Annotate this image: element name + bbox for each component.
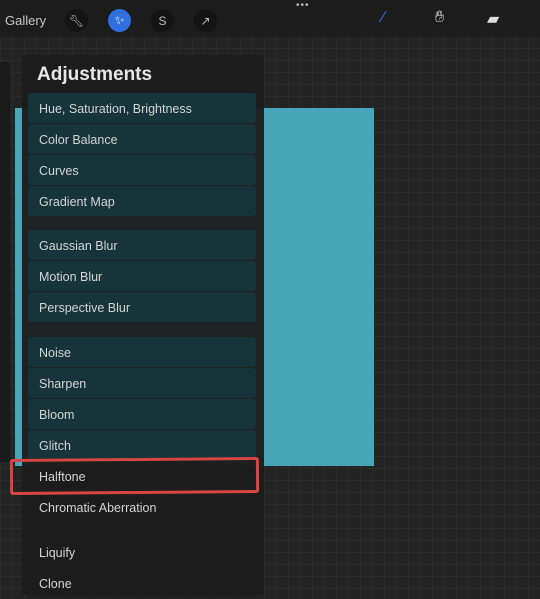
adjustment-item[interactable]: Color Balance: [28, 124, 256, 154]
adjustment-item[interactable]: Glitch: [28, 430, 256, 460]
top-toolbar: Gallery 🔧︎ ✨︎ S ↗ ••• ∕ ✋︎ ▰: [0, 0, 540, 37]
brush-icon[interactable]: ∕: [382, 9, 385, 27]
adjustment-item[interactable]: Gaussian Blur: [28, 230, 256, 260]
adjustment-item[interactable]: Noise: [28, 337, 256, 367]
adjustment-item[interactable]: Perspective Blur: [28, 292, 256, 322]
adjustment-item[interactable]: Motion Blur: [28, 261, 256, 291]
selection-s-icon[interactable]: S: [151, 9, 174, 32]
magic-wand-icon[interactable]: ✨︎: [108, 9, 131, 32]
adjustment-item[interactable]: Gradient Map: [28, 186, 256, 216]
eraser-icon[interactable]: ▰: [487, 9, 499, 29]
red-highlight-annotation: [9, 456, 260, 496]
panel-title: Adjustments: [37, 64, 153, 85]
drag-handle-icon[interactable]: •••: [296, 0, 310, 11]
adjustment-item[interactable]: Liquify: [28, 537, 256, 567]
smudge-icon[interactable]: ✋︎: [435, 9, 444, 27]
brush-size-sidebar[interactable]: [0, 62, 10, 462]
adjustment-item[interactable]: Chromatic Aberration: [28, 492, 256, 522]
adjustment-item[interactable]: Clone: [28, 568, 256, 598]
wrench-icon[interactable]: 🔧︎: [65, 9, 88, 32]
adjustment-item[interactable]: Bloom: [28, 399, 256, 429]
transform-arrow-icon[interactable]: ↗: [194, 9, 217, 32]
adjustment-item[interactable]: Hue, Saturation, Brightness: [28, 93, 256, 123]
gallery-button[interactable]: Gallery: [5, 13, 46, 28]
adjustment-item[interactable]: Curves: [28, 155, 256, 185]
adjustment-item[interactable]: Sharpen: [28, 368, 256, 398]
